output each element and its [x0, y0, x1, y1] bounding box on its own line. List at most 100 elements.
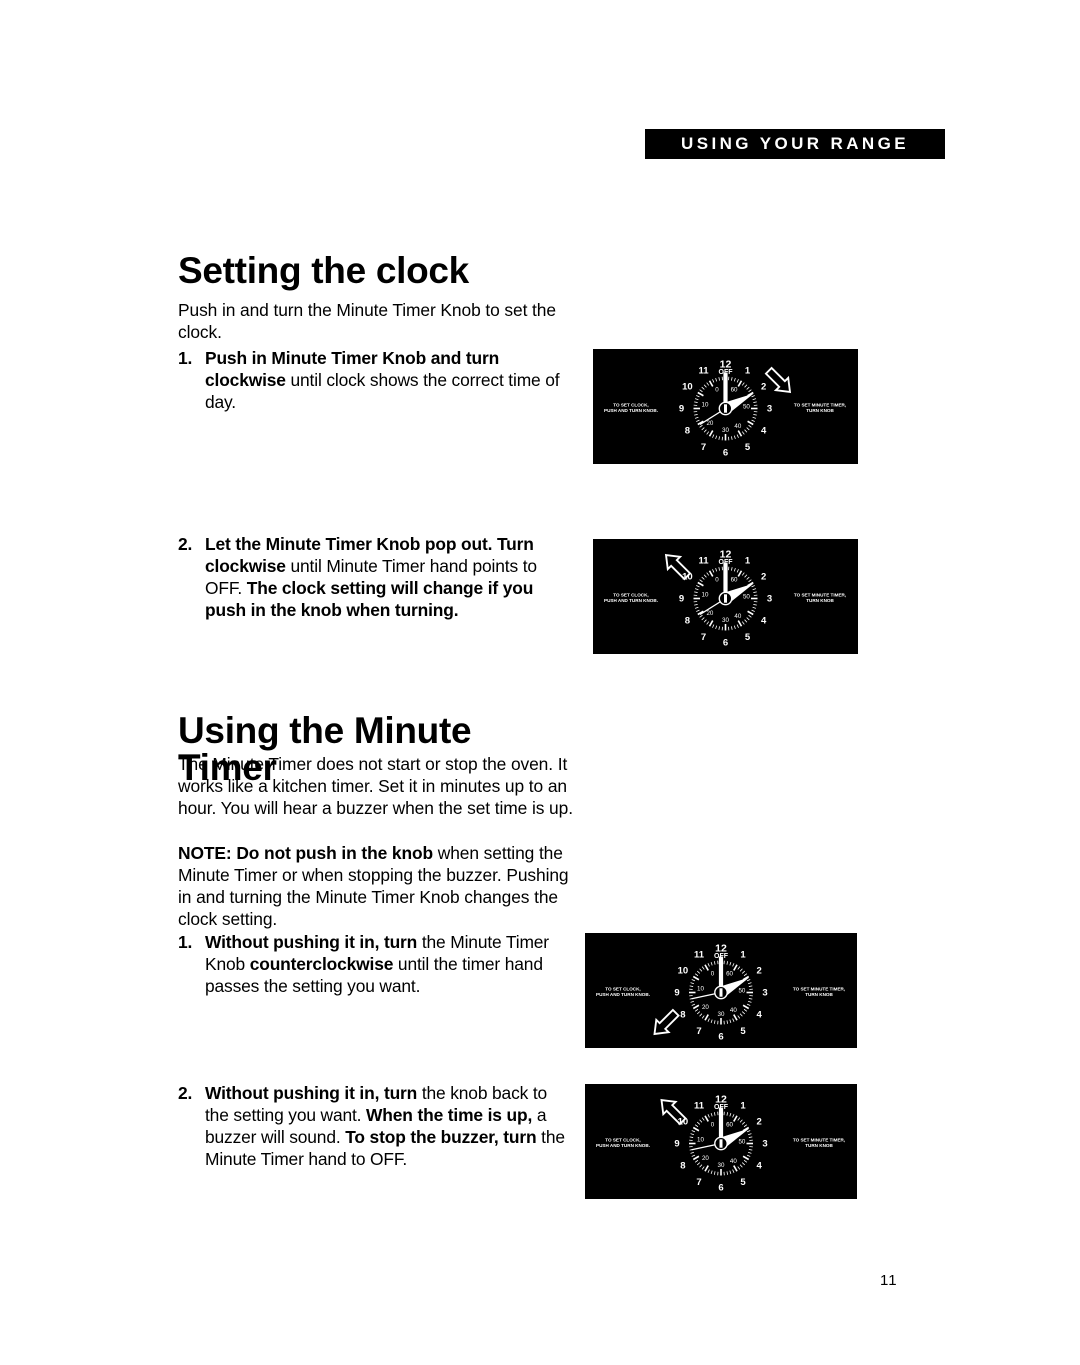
svg-text:50: 50: [743, 594, 750, 601]
svg-text:11: 11: [698, 366, 709, 377]
svg-text:TO SET MINUTE TIMER,: TO SET MINUTE TIMER,: [793, 1138, 845, 1143]
step-text: Without pushing it in, turn the Minute T…: [205, 932, 549, 996]
page-title-setting-the-clock: Setting the clock: [178, 250, 469, 291]
svg-text:0: 0: [715, 577, 719, 584]
rotation-arrow-icon: [653, 1008, 680, 1036]
svg-text:50: 50: [738, 1139, 745, 1146]
svg-text:11: 11: [698, 556, 709, 567]
illustration-timer-step2: 121234567891011OFF6050403020100TO SET CL…: [585, 1084, 857, 1199]
illustration-clock-step2: 121234567891011OFF6050403020100TO SET CL…: [593, 539, 858, 654]
step-setting-clock-2: 2. Let the Minute Timer Knob pop out. Tu…: [178, 534, 574, 622]
section-setting-the-clock: Setting the clock: [178, 252, 574, 289]
svg-text:TURN KNOB: TURN KNOB: [806, 408, 834, 413]
note-text: NOTE: Do not push in the knob when setti…: [178, 843, 569, 929]
svg-text:60: 60: [731, 387, 738, 394]
step-setting-clock-1: 1. Push in Minute Timer Knob and turn cl…: [178, 348, 574, 414]
step-minute-timer-1: 1. Without pushing it in, turn the Minut…: [178, 932, 574, 998]
svg-text:6: 6: [718, 1183, 723, 1194]
svg-text:20: 20: [702, 1004, 709, 1011]
svg-text:30: 30: [722, 427, 729, 434]
section-header-banner: USING YOUR RANGE: [645, 129, 945, 159]
svg-text:TURN KNOB: TURN KNOB: [806, 598, 834, 603]
illustration-clock-step1: 121234567891011OFF6050403020100TO SET CL…: [593, 349, 858, 464]
section-header-label: USING YOUR RANGE: [681, 134, 909, 153]
svg-text:8: 8: [685, 426, 690, 437]
svg-text:PUSH AND TURN KNOB.: PUSH AND TURN KNOB.: [596, 992, 650, 997]
svg-text:6: 6: [723, 448, 728, 459]
step-number: 2.: [178, 534, 193, 554]
svg-text:20: 20: [706, 420, 713, 427]
intro-setting-the-clock: Push in and turn the Minute Timer Knob t…: [178, 300, 574, 344]
svg-text:TO SET MINUTE TIMER,: TO SET MINUTE TIMER,: [794, 593, 846, 598]
svg-text:TO SET CLOCK,: TO SET CLOCK,: [613, 593, 648, 598]
svg-text:9: 9: [679, 594, 684, 605]
svg-text:TO SET MINUTE TIMER,: TO SET MINUTE TIMER,: [793, 987, 845, 992]
svg-text:TURN KNOB: TURN KNOB: [805, 992, 833, 997]
svg-text:5: 5: [740, 1177, 746, 1188]
svg-text:4: 4: [761, 426, 767, 437]
svg-text:10: 10: [678, 966, 689, 977]
svg-text:2: 2: [756, 1117, 761, 1128]
document-page: USING YOUR RANGE Setting the clock Push …: [0, 0, 1080, 1365]
svg-text:40: 40: [730, 1007, 737, 1014]
svg-text:TURN KNOB: TURN KNOB: [805, 1143, 833, 1148]
svg-text:8: 8: [685, 616, 690, 627]
svg-text:60: 60: [726, 1122, 733, 1129]
svg-text:PUSH AND TURN KNOB.: PUSH AND TURN KNOB.: [604, 408, 658, 413]
svg-text:4: 4: [761, 616, 767, 627]
svg-text:50: 50: [743, 404, 750, 411]
svg-text:10: 10: [682, 382, 693, 393]
svg-text:TO SET CLOCK,: TO SET CLOCK,: [605, 987, 640, 992]
svg-text:11: 11: [694, 950, 705, 961]
clock-face-diagram: 121234567891011OFF6050403020100TO SET CL…: [604, 549, 846, 649]
page-number: 11: [880, 1272, 898, 1289]
intro-paragraph: The Minute Timer does not start or stop …: [178, 754, 573, 818]
svg-text:PUSH AND TURN KNOB.: PUSH AND TURN KNOB.: [604, 598, 658, 603]
svg-text:6: 6: [723, 638, 728, 649]
svg-text:1: 1: [740, 950, 746, 961]
svg-text:7: 7: [696, 1026, 701, 1037]
svg-text:0: 0: [711, 971, 715, 978]
clock-face-diagram: 121234567891011OFF6050403020100TO SET CL…: [604, 359, 846, 459]
svg-text:40: 40: [734, 613, 741, 620]
svg-text:8: 8: [680, 1161, 685, 1172]
svg-text:2: 2: [761, 572, 766, 583]
step-number: 1.: [178, 932, 193, 952]
svg-text:10: 10: [697, 1137, 704, 1144]
svg-text:9: 9: [674, 1139, 679, 1150]
svg-text:5: 5: [740, 1026, 746, 1037]
note-minute-timer: NOTE: Do not push in the knob when setti…: [178, 843, 574, 931]
svg-text:2: 2: [761, 382, 766, 393]
svg-text:3: 3: [762, 1139, 767, 1150]
svg-text:6: 6: [718, 1032, 723, 1043]
svg-text:5: 5: [745, 442, 751, 453]
rotation-arrow-icon: [764, 366, 792, 394]
step-text: Push in Minute Timer Knob and turn clock…: [205, 348, 560, 412]
svg-text:3: 3: [767, 594, 772, 605]
svg-text:11: 11: [694, 1101, 705, 1112]
step-minute-timer-2: 2. Without pushing it in, turn the knob …: [178, 1083, 574, 1171]
svg-text:20: 20: [702, 1155, 709, 1162]
svg-text:1: 1: [745, 556, 751, 567]
clock-face-diagram: 121234567891011OFF6050403020100TO SET CL…: [596, 943, 845, 1043]
svg-text:10: 10: [702, 592, 709, 599]
intro-paragraph: Push in and turn the Minute Timer Knob t…: [178, 300, 556, 342]
step-text: Let the Minute Timer Knob pop out. Turn …: [205, 534, 537, 620]
svg-text:TO SET CLOCK,: TO SET CLOCK,: [605, 1138, 640, 1143]
svg-text:50: 50: [738, 988, 745, 995]
svg-text:8: 8: [680, 1010, 685, 1021]
svg-text:30: 30: [718, 1162, 725, 1169]
svg-text:30: 30: [722, 617, 729, 624]
svg-text:9: 9: [679, 404, 684, 415]
svg-text:7: 7: [696, 1177, 701, 1188]
svg-text:40: 40: [734, 423, 741, 430]
svg-text:4: 4: [756, 1161, 762, 1172]
svg-text:5: 5: [745, 632, 751, 643]
svg-text:1: 1: [740, 1101, 746, 1112]
svg-text:60: 60: [726, 971, 733, 978]
svg-text:7: 7: [701, 442, 706, 453]
svg-text:TO SET CLOCK,: TO SET CLOCK,: [613, 403, 648, 408]
step-text: Without pushing it in, turn the knob bac…: [205, 1083, 565, 1169]
svg-text:4: 4: [756, 1010, 762, 1021]
step-number: 2.: [178, 1083, 193, 1103]
